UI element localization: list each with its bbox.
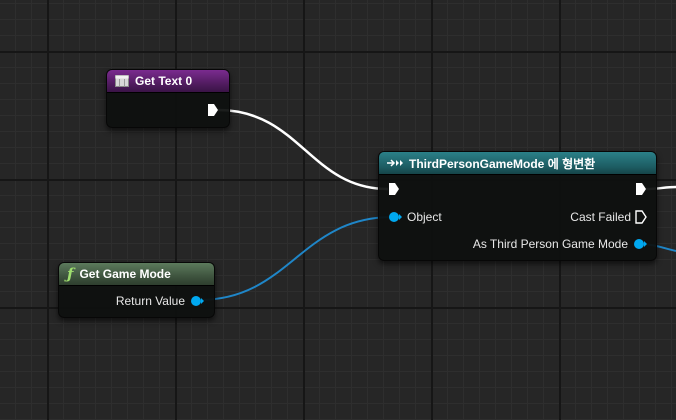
function-icon: ƒ [67, 265, 74, 283]
cast-exec-in-row [388, 181, 400, 199]
object-pin-label: Object [407, 210, 442, 224]
cast-exec-out-row [635, 181, 647, 199]
as-third-person-game-mode-pin-row: As Third Person Game Mode [473, 235, 647, 253]
exec-wire-get-text-to-cast[interactable] [217, 108, 389, 191]
exec-out-pin[interactable] [635, 182, 647, 199]
return-value-pin-row: Return Value [116, 292, 204, 310]
exec-in-pin[interactable] [388, 182, 400, 199]
exec-out-pin[interactable] [207, 103, 219, 120]
get-text-exec-out-row [207, 102, 219, 120]
as-third-person-game-mode-label: As Third Person Game Mode [472, 237, 628, 251]
cast-failed-exec-pin[interactable] [635, 210, 647, 224]
variable-icon [115, 75, 129, 87]
blueprint-graph-canvas[interactable]: Get Text 0 ƒ Get Game Mode Return Value [0, 0, 676, 420]
return-value-pin[interactable] [190, 295, 204, 307]
cast-failed-pin-row: Cast Failed [570, 208, 647, 226]
get-game-mode-node-title: Get Game Mode [79, 267, 171, 281]
get-game-mode-node-header[interactable]: ƒ Get Game Mode [59, 263, 214, 286]
get-text-node-title: Get Text 0 [135, 74, 193, 88]
cast-node-title: ThirdPersonGameMode 에 형변환 [409, 156, 596, 171]
as-third-person-game-mode-pin[interactable] [633, 238, 647, 250]
get-game-mode-node[interactable]: ƒ Get Game Mode Return Value [58, 262, 215, 318]
object-pin-row: Object [388, 208, 442, 226]
cast-icon [387, 158, 403, 168]
object-pin[interactable] [388, 211, 402, 223]
cast-failed-label: Cast Failed [570, 210, 631, 224]
object-wire-game-mode-to-cast[interactable] [198, 216, 394, 301]
return-value-label: Return Value [115, 294, 185, 308]
cast-node[interactable]: ThirdPersonGameMode 에 형변환 Object Cast Fa… [378, 151, 657, 261]
get-text-node-header[interactable]: Get Text 0 [107, 70, 229, 93]
get-text-node[interactable]: Get Text 0 [106, 69, 230, 128]
cast-node-header[interactable]: ThirdPersonGameMode 에 형변환 [379, 152, 656, 175]
